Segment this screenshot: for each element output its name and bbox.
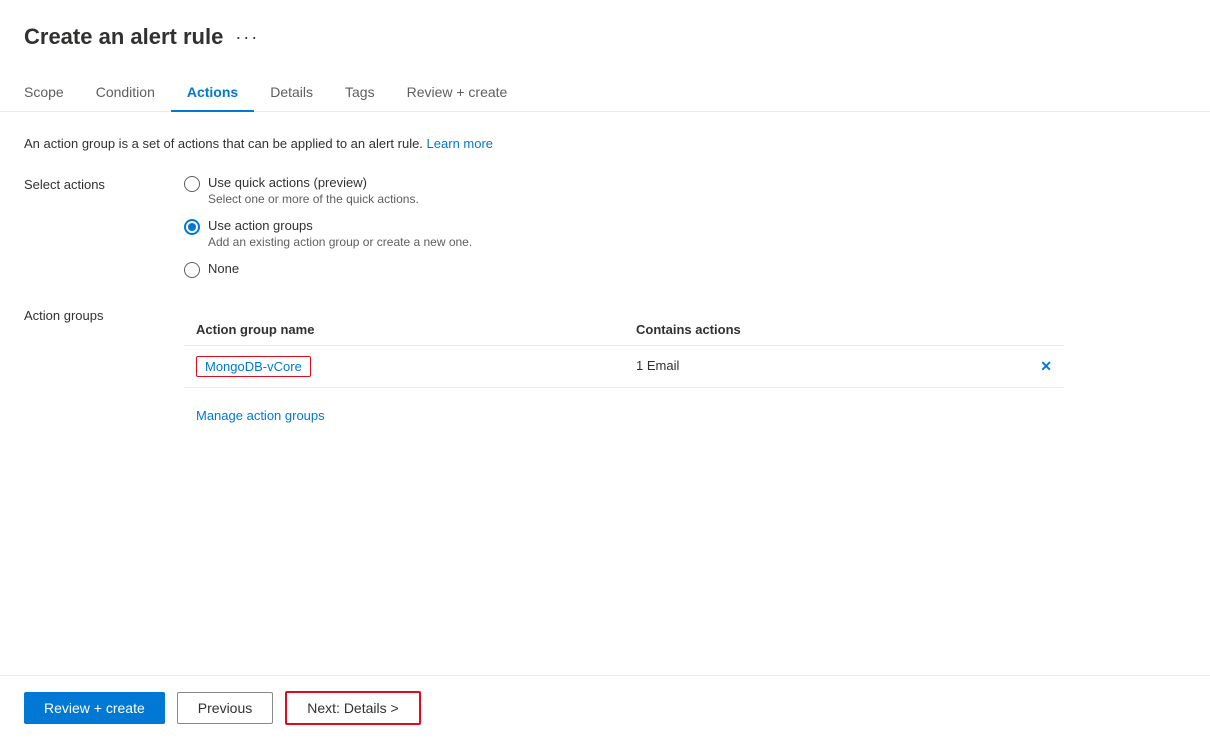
manage-action-groups-link[interactable]: Manage action groups — [184, 400, 337, 431]
content-area: An action group is a set of actions that… — [0, 112, 1210, 539]
page-options-icon[interactable]: ··· — [235, 27, 259, 48]
radio-none[interactable]: None — [184, 261, 1186, 278]
previous-button[interactable]: Previous — [177, 692, 273, 724]
info-text: An action group is a set of actions that… — [24, 136, 1186, 151]
radio-none-text: None — [208, 261, 239, 276]
col-contains-header: Contains actions — [624, 314, 1064, 346]
radio-action-groups-desc: Add an existing action group or create a… — [208, 235, 472, 249]
radio-none-label: None — [208, 261, 239, 276]
tab-condition[interactable]: Condition — [80, 74, 171, 112]
col-name-header: Action group name — [184, 314, 624, 346]
radio-action-groups-text: Use action groups Add an existing action… — [208, 218, 472, 249]
tab-details[interactable]: Details — [254, 74, 329, 112]
radio-quick-actions-desc: Select one or more of the quick actions. — [208, 192, 419, 206]
tab-actions[interactable]: Actions — [171, 74, 254, 112]
ag-name-cell: MongoDB-vCore — [184, 346, 624, 388]
tab-review-create[interactable]: Review + create — [391, 74, 524, 112]
radio-quick-actions-label: Use quick actions (preview) — [208, 175, 419, 190]
ag-delete-button[interactable]: ✕ — [1040, 358, 1052, 375]
tab-scope[interactable]: Scope — [24, 74, 80, 112]
action-groups-table: Action group name Contains actions Mongo… — [184, 314, 1064, 388]
next-details-button[interactable]: Next: Details > — [285, 691, 420, 725]
review-create-button[interactable]: Review + create — [24, 692, 165, 724]
action-type-radio-group: Use quick actions (preview) Select one o… — [184, 175, 1186, 278]
radio-quick-actions-circle[interactable] — [184, 176, 200, 192]
select-actions-control: Use quick actions (preview) Select one o… — [184, 175, 1186, 278]
ag-name-link[interactable]: MongoDB-vCore — [196, 356, 311, 377]
ag-contains-cell: 1 Email ✕ — [624, 346, 1064, 388]
action-groups-label: Action groups — [24, 306, 184, 323]
action-groups-section: Action group name Contains actions Mongo… — [184, 314, 1186, 431]
table-row: MongoDB-vCore 1 Email ✕ — [184, 346, 1064, 388]
tabs-nav: Scope Condition Actions Details Tags Rev… — [0, 74, 1210, 112]
action-groups-row: Action groups Action group name Contains… — [24, 306, 1186, 431]
select-actions-label: Select actions — [24, 175, 184, 192]
select-actions-row: Select actions Use quick actions (previe… — [24, 175, 1186, 278]
learn-more-link[interactable]: Learn more — [427, 136, 493, 151]
tab-tags[interactable]: Tags — [329, 74, 391, 112]
page-title: Create an alert rule — [24, 24, 223, 50]
radio-action-groups-label: Use action groups — [208, 218, 472, 233]
radio-none-circle[interactable] — [184, 262, 200, 278]
radio-quick-actions-text: Use quick actions (preview) Select one o… — [208, 175, 419, 206]
radio-quick-actions[interactable]: Use quick actions (preview) Select one o… — [184, 175, 1186, 206]
radio-action-groups[interactable]: Use action groups Add an existing action… — [184, 218, 1186, 249]
footer: Review + create Previous Next: Details > — [0, 675, 1210, 739]
radio-action-groups-circle[interactable] — [184, 219, 200, 235]
